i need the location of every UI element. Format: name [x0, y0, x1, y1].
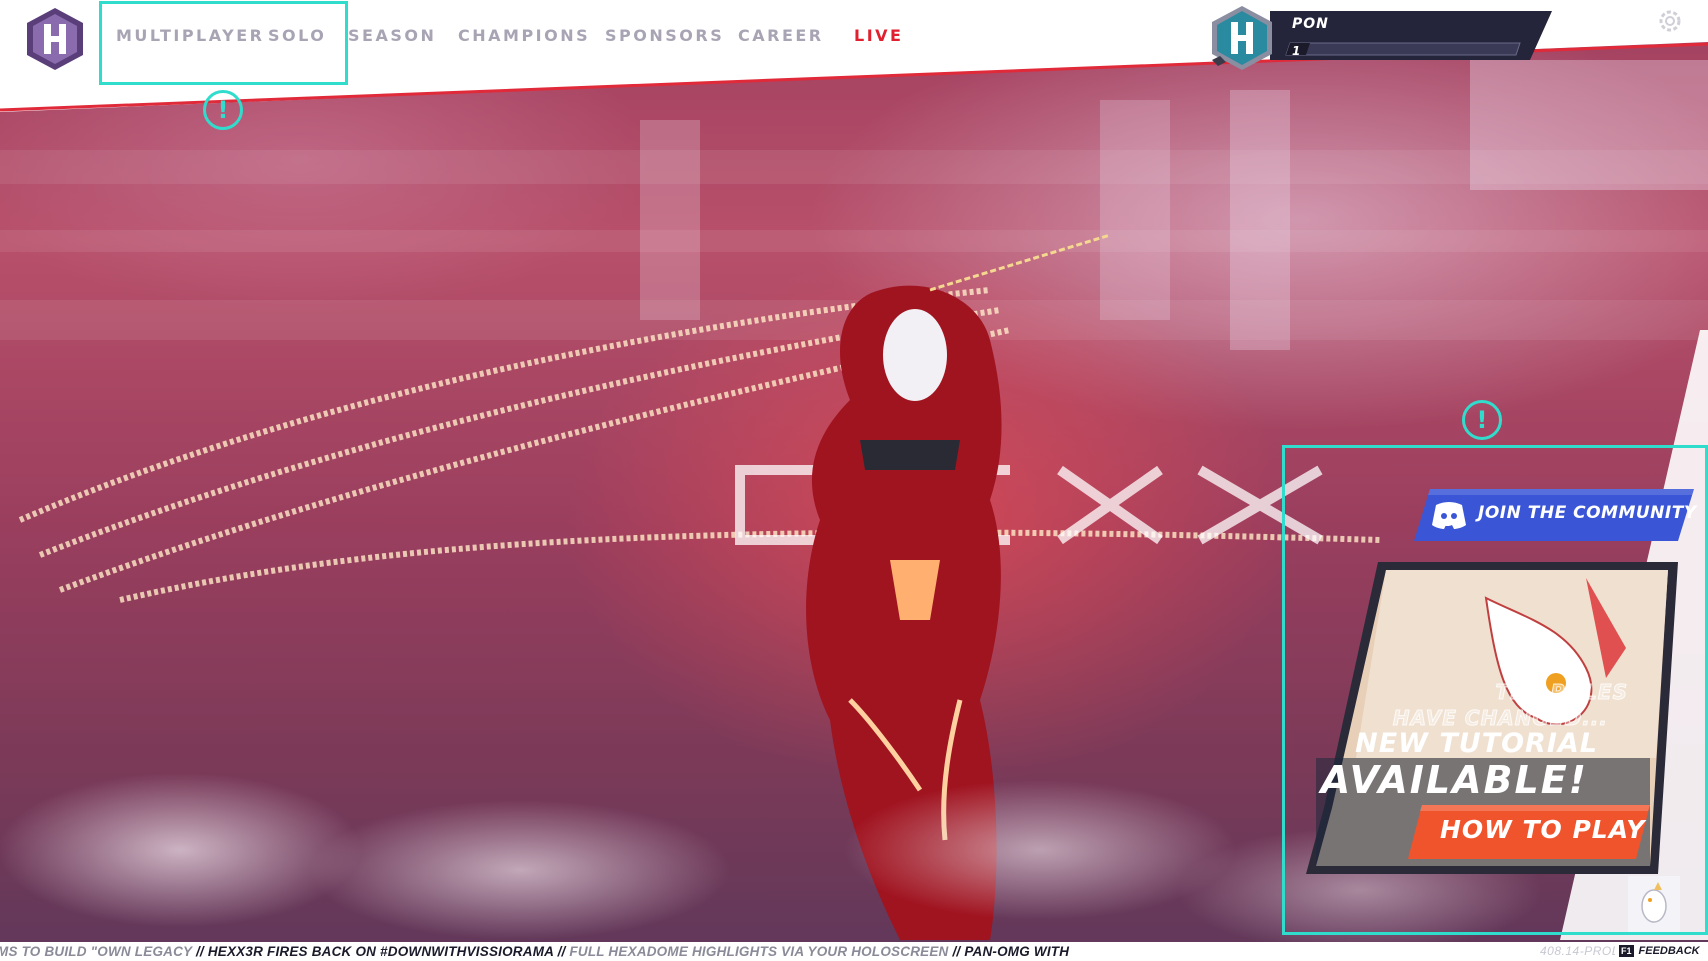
ticker-text: MS TO BUILD "OWN LEGACY // HEXX3R FIRES … [0, 944, 1069, 959]
highlight-nav-modes [99, 1, 348, 85]
holo-letter [1057, 465, 1163, 545]
tutorial-line-1: THE RULES [1495, 680, 1628, 705]
alert-indicator: ! [203, 90, 243, 130]
ticker-separator: // [557, 944, 566, 959]
ticker-separator: // [952, 944, 961, 959]
feedback-label: FEEDBACK [1638, 945, 1700, 957]
how-to-play-label[interactable]: HOW TO PLAY [1440, 815, 1645, 844]
pillar [1230, 90, 1290, 350]
mascot-icon [1628, 876, 1680, 932]
tutorial-line-2: HAVE CHANGED... [1392, 706, 1608, 731]
discord-icon [1432, 502, 1466, 529]
news-ticker: MS TO BUILD "OWN LEGACY // HEXX3R FIRES … [0, 942, 1708, 961]
feedback-button[interactable]: F1 FEEDBACK [1615, 942, 1708, 961]
f1-key-icon: F1 [1619, 945, 1634, 957]
nav-item-champions[interactable]: CHAMPIONS [458, 26, 605, 45]
hexagon-h-logo-icon[interactable] [22, 6, 88, 72]
nav-item-live[interactable]: LIVE [854, 26, 903, 45]
nav-item-season[interactable]: SEASON [348, 26, 458, 45]
ticker-segment: HEXX3R FIRES BACK ON #DOWNWITHVISSIORAMA [207, 944, 554, 959]
ticker-segment: FULL HEXADOME HIGHLIGHTS VIA YOUR HOLOSC… [569, 944, 949, 959]
nav-item-sponsors[interactable]: SPONSORS [605, 26, 738, 45]
alert-indicator: ! [1462, 400, 1502, 440]
pillar [1100, 100, 1170, 320]
tutorial-line-3: NEW TUTORIAL [1355, 728, 1598, 759]
ticker-segment: PAN-OMG WITH [964, 944, 1070, 959]
nav-item-career[interactable]: CAREER [738, 26, 854, 45]
gear-icon[interactable] [1658, 9, 1682, 33]
ticker-separator: // [195, 944, 204, 959]
player-level: 1 [1292, 44, 1301, 58]
player-name: PON [1292, 16, 1329, 32]
ticker-segment: MS TO BUILD "OWN LEGACY [0, 944, 193, 959]
version-label: 408.14-PROD [1500, 942, 1621, 961]
join-community-label[interactable]: JOIN THE COMMUNITY [1478, 503, 1697, 523]
pillar [640, 120, 700, 320]
tutorial-line-4: AVAILABLE! [1320, 758, 1588, 802]
hexagon-avatar-icon[interactable] [1208, 4, 1276, 72]
